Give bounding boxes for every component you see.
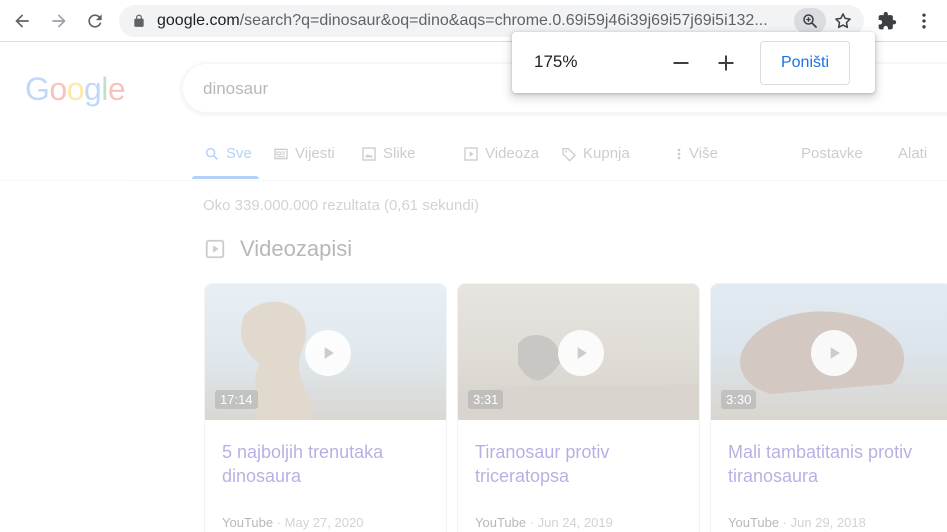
video-card[interactable]: 3:31 Tiranosaur protiv triceratopsa YouT…: [457, 283, 700, 532]
tab-label: Sve: [226, 145, 252, 162]
video-meta: YouTube · May 27, 2020: [222, 515, 363, 530]
image-icon: [362, 146, 376, 161]
minus-icon: [673, 62, 689, 64]
active-tab-indicator: [192, 176, 259, 179]
video-date: · Jun 29, 2018: [779, 515, 866, 530]
tools-link[interactable]: Alati: [898, 145, 927, 162]
arrow-right-icon: [52, 14, 66, 28]
arrow-left-icon: [15, 14, 29, 28]
search-query: dinosaur: [203, 79, 269, 98]
url-host: google.com: [157, 12, 240, 29]
url-path: /search?q=dinosaur&oq=dino&aqs=chrome.0.…: [239, 12, 768, 29]
zoom-popup: 175% Poništi: [512, 32, 875, 93]
zoom-in-button[interactable]: [711, 48, 741, 78]
play-icon: [577, 347, 587, 359]
tab-all[interactable]: Sve: [204, 145, 252, 162]
tab-shopping[interactable]: Kupnja: [561, 145, 630, 162]
tab-label: Videoza: [485, 145, 539, 162]
tag-icon: [562, 147, 576, 162]
play-button[interactable]: [811, 330, 857, 376]
logo-letter: g: [83, 71, 102, 107]
news-icon: [274, 148, 288, 159]
video-icon: [464, 146, 478, 161]
extensions-button[interactable]: [873, 7, 901, 35]
forward-button[interactable]: [45, 7, 73, 35]
search-icon: [205, 147, 218, 160]
lock-icon: [134, 14, 144, 27]
zoom-out-button[interactable]: [666, 48, 696, 78]
zoom-indicator-button[interactable]: [794, 8, 826, 34]
play-icon: [324, 347, 334, 359]
url-text: google.com/search?q=dinosaur&oq=dino&aqs…: [157, 12, 787, 30]
settings-label: Postavke: [801, 145, 863, 162]
video-thumbnail[interactable]: 17:14: [205, 284, 446, 420]
video-date: · Jun 24, 2019: [526, 515, 613, 530]
play-icon: [830, 347, 840, 359]
back-button[interactable]: [8, 7, 36, 35]
google-logo[interactable]: Google: [25, 71, 126, 108]
video-title[interactable]: 5 najboljih trenutaka dinosaura: [222, 440, 432, 488]
zoom-reset-button[interactable]: Poništi: [760, 41, 850, 85]
video-card[interactable]: 17:14 5 najboljih trenutaka dinosaura Yo…: [204, 283, 447, 532]
tab-label: Više: [689, 145, 718, 162]
tab-label: Slike: [383, 145, 416, 162]
video-source: YouTube: [475, 515, 527, 530]
video-duration: 17:14: [215, 390, 258, 409]
tab-label: Kupnja: [583, 145, 630, 162]
settings-link[interactable]: Postavke: [801, 145, 863, 162]
video-title[interactable]: Tiranosaur protiv triceratopsa: [475, 440, 685, 488]
zoom-level: 175%: [534, 52, 578, 71]
videos-section-header: Videozapisi: [204, 236, 352, 262]
reload-icon: [88, 14, 102, 28]
video-source: YouTube: [222, 515, 274, 530]
result-stats: Oko 339.000.000 rezultata (0,61 sekundi): [203, 197, 480, 214]
play-button[interactable]: [558, 330, 604, 376]
tab-videos[interactable]: Videoza: [463, 145, 539, 162]
search-results-page: Google dinosaur Sve Vijesti Slike Videoz…: [0, 43, 947, 532]
logo-letter: e: [107, 71, 126, 107]
play-button[interactable]: [305, 330, 351, 376]
menu-button[interactable]: [910, 7, 938, 35]
plus-icon: [718, 55, 734, 71]
reload-button[interactable]: [81, 7, 109, 35]
video-icon: [205, 239, 225, 259]
section-title: Videozapisi: [240, 236, 353, 261]
tools-label: Alati: [898, 145, 928, 162]
logo-letter: o: [66, 71, 85, 107]
video-meta: YouTube · Jun 24, 2019: [475, 515, 613, 530]
video-card[interactable]: 3:30 Mali tambatitanis protiv tiranosaur…: [710, 283, 947, 532]
zoom-in-icon: [803, 14, 817, 28]
video-duration: 3:30: [721, 390, 757, 409]
tab-images[interactable]: Slike: [361, 145, 416, 162]
video-thumbnail[interactable]: 3:31: [458, 284, 699, 420]
more-vert-icon: [922, 13, 926, 29]
tab-more[interactable]: Više: [675, 145, 718, 162]
video-thumbnail[interactable]: 3:30: [711, 284, 947, 420]
puzzle-icon: [878, 11, 897, 30]
video-title[interactable]: Mali tambatitanis protiv tiranosaura: [728, 440, 938, 488]
more-vert-icon: [677, 148, 681, 159]
video-source: YouTube: [728, 515, 780, 530]
video-duration: 3:31: [468, 390, 504, 409]
tab-news[interactable]: Vijesti: [273, 145, 335, 162]
search-tabs: Sve Vijesti Slike Videoza Kupnja Više Po…: [0, 135, 947, 181]
bookmark-star-icon[interactable]: [833, 11, 853, 31]
video-meta: YouTube · Jun 29, 2018: [728, 515, 866, 530]
video-date: · May 27, 2020: [273, 515, 364, 530]
logo-letter: G: [25, 71, 50, 107]
logo-letter: l: [101, 71, 108, 107]
logo-letter: o: [49, 71, 67, 107]
tab-label: Vijesti: [295, 145, 335, 162]
